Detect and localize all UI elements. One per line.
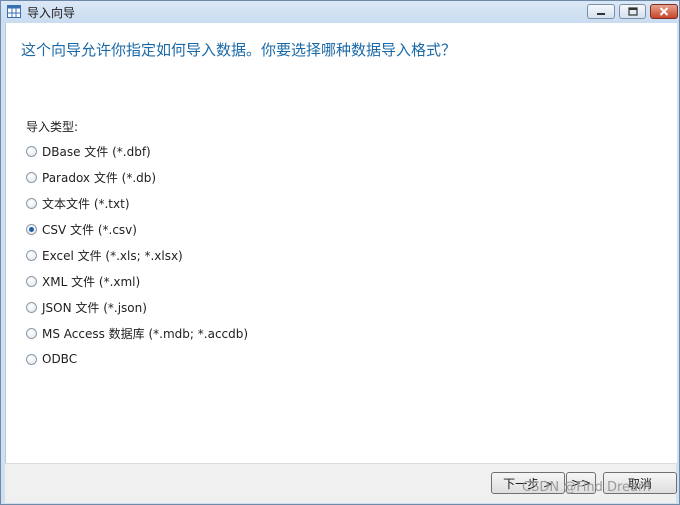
radio-button-selected[interactable] [26, 223, 37, 235]
radio-button[interactable] [26, 275, 37, 287]
option-label: Excel 文件 (*.xls; *.xlsx) [42, 248, 183, 263]
option-xml[interactable]: XML 文件 (*.xml) [26, 272, 140, 290]
maximize-icon [627, 7, 638, 16]
option-label: CSV 文件 (*.csv) [42, 222, 137, 237]
maximize-button[interactable] [619, 4, 646, 19]
option-label: 文本文件 (*.txt) [42, 196, 130, 211]
close-button[interactable] [650, 4, 678, 19]
option-label: MS Access 数据库 (*.mdb; *.accdb) [42, 326, 249, 341]
page-heading: 这个向导允许你指定如何导入数据。你要选择哪种数据导入格式？ [21, 41, 457, 59]
radio-button[interactable] [26, 145, 37, 157]
option-label: Paradox 文件 (*.db) [42, 170, 157, 185]
radio-button[interactable] [26, 171, 37, 183]
radio-button[interactable] [26, 353, 37, 365]
window-title: 导入向导 [27, 6, 76, 20]
close-icon [659, 7, 669, 16]
option-label: DBase 文件 (*.dbf) [42, 144, 151, 159]
option-label: XML 文件 (*.xml) [42, 274, 141, 289]
option-ms-access[interactable]: MS Access 数据库 (*.mdb; *.accdb) [26, 324, 248, 342]
minimize-icon [597, 12, 605, 15]
import-type-label: 导入类型: [26, 120, 79, 134]
option-paradox[interactable]: Paradox 文件 (*.db) [26, 168, 156, 186]
option-dbase[interactable]: DBase 文件 (*.dbf) [26, 142, 151, 160]
option-json[interactable]: JSON 文件 (*.json) [26, 298, 147, 316]
radio-button[interactable] [26, 249, 37, 261]
option-excel[interactable]: Excel 文件 (*.xls; *.xlsx) [26, 246, 183, 264]
option-csv[interactable]: CSV 文件 (*.csv) [26, 220, 137, 238]
option-text[interactable]: 文本文件 (*.txt) [26, 194, 130, 212]
radio-button[interactable] [26, 327, 37, 339]
radio-button[interactable] [26, 197, 37, 209]
option-label: ODBC [42, 352, 78, 366]
title-bar[interactable]: 导入向导 [1, 1, 679, 23]
minimize-button[interactable] [587, 4, 615, 19]
watermark: CSDN @Find Dream [522, 480, 651, 495]
import-wizard-window: 导入向导 这个向导允许你指定如何导入数据。你要选择哪种数据导入格式？ 导入类型:… [0, 0, 680, 505]
table-icon [7, 5, 21, 18]
radio-button[interactable] [26, 301, 37, 313]
option-label: JSON 文件 (*.json) [42, 300, 147, 315]
option-odbc[interactable]: ODBC [26, 350, 77, 368]
wizard-content: 这个向导允许你指定如何导入数据。你要选择哪种数据导入格式？ 导入类型: DBas… [5, 23, 677, 463]
